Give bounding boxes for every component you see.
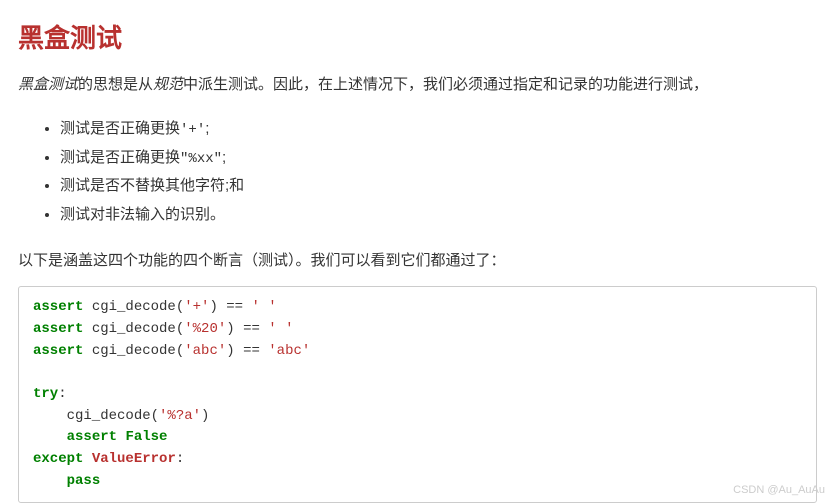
code-exception: ValueError — [92, 451, 176, 467]
code-text: cgi_decode( — [33, 408, 159, 424]
code-text — [33, 473, 67, 489]
intro-em1: 黑盒测试 — [18, 76, 78, 93]
list-item: 测试对非法输入的识别。 — [60, 201, 817, 230]
code-string: 'abc' — [268, 343, 310, 359]
code-text: cgi_decode( — [83, 321, 184, 337]
code-string: ' ' — [251, 299, 276, 315]
code-string: ' ' — [268, 321, 293, 337]
code-text: ) == — [226, 321, 268, 337]
code-text: ) — [201, 408, 209, 424]
code-text: ) == — [209, 299, 251, 315]
kw-try: try — [33, 386, 58, 402]
code-block: assert cgi_decode('+') == ' ' assert cgi… — [18, 286, 817, 503]
li2-code: "%xx" — [180, 151, 222, 167]
code-string: '%?a' — [159, 408, 201, 424]
list-item: 测试是否正确更换"%xx"; — [60, 144, 817, 173]
followup-text: 以下是涵盖这四个功能的四个断言（测试）。我们可以看到它们都通过了： — [18, 249, 817, 270]
intro-t1: 的思想是从 — [78, 76, 153, 93]
intro-paragraph: 黑盒测试的思想是从规范中派生测试。因此，在上述情况下，我们必须通过指定和记录的功… — [18, 73, 817, 97]
kw-assert: assert — [33, 321, 83, 337]
code-text: cgi_decode( — [83, 299, 184, 315]
list-item: 测试是否不替换其他字符;和 — [60, 172, 817, 201]
kw-assert: assert — [33, 299, 83, 315]
li1-pre: 测试是否正确更换 — [60, 120, 180, 137]
code-text: cgi_decode( — [83, 343, 184, 359]
intro-t2: 中派生测试。因此，在上述情况下，我们必须通过指定和记录的功能进行测试， — [183, 76, 708, 93]
code-text — [83, 451, 91, 467]
kw-assert: assert — [67, 429, 117, 445]
li2-post: ; — [222, 149, 226, 166]
code-string: 'abc' — [184, 343, 226, 359]
li1-code: '+' — [180, 122, 205, 138]
code-text: : — [176, 451, 184, 467]
code-string: '%20' — [184, 321, 226, 337]
code-string: '+' — [184, 299, 209, 315]
kw-pass: pass — [67, 473, 101, 489]
heading-title: 黑盒测试 — [18, 18, 817, 55]
kw-assert: assert — [33, 343, 83, 359]
feature-list: 测试是否正确更换'+'; 测试是否正确更换"%xx"; 测试是否不替换其他字符;… — [60, 115, 817, 229]
kw-except: except — [33, 451, 83, 467]
intro-em2: 规范 — [153, 76, 183, 93]
code-text: : — [58, 386, 66, 402]
li2-pre: 测试是否正确更换 — [60, 149, 180, 166]
code-text: ) == — [226, 343, 268, 359]
code-text — [33, 429, 67, 445]
code-value: False — [125, 429, 167, 445]
li1-post: ; — [205, 120, 209, 137]
watermark: CSDN @Au_AuAu — [733, 484, 825, 496]
list-item: 测试是否正确更换'+'; — [60, 115, 817, 144]
